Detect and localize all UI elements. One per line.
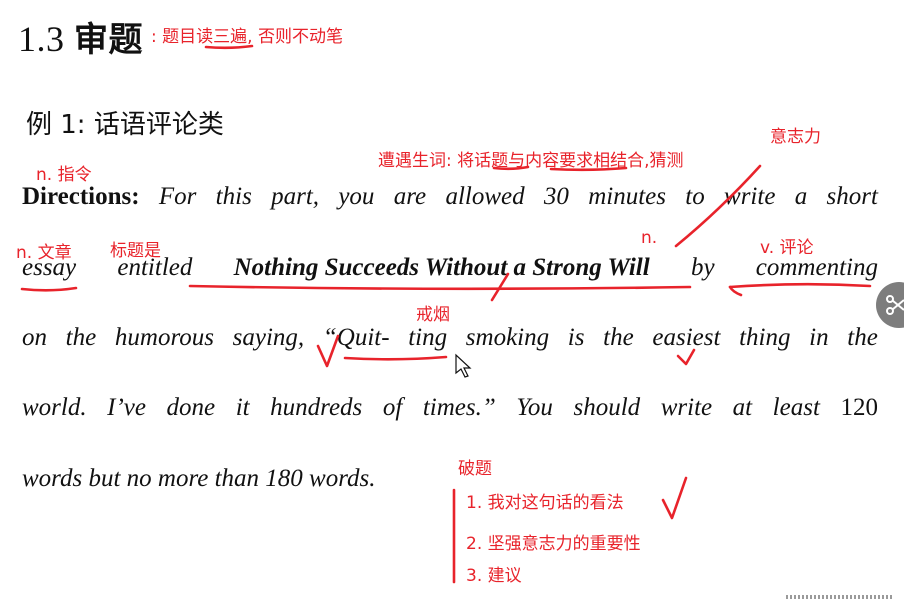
underline-essay <box>20 286 78 292</box>
slash-without <box>490 272 510 302</box>
scissors-icon <box>886 295 904 315</box>
underline-topic <box>492 165 530 171</box>
underline-read-three <box>204 44 254 50</box>
check-quit <box>316 334 340 368</box>
check-easiest <box>676 348 696 366</box>
underline-content <box>549 166 628 172</box>
arrow-willpower <box>674 164 762 248</box>
check-point-1 <box>661 476 688 520</box>
hook-commenting <box>728 285 743 297</box>
underline-commenting <box>728 282 872 289</box>
mouse-cursor-icon <box>455 353 472 378</box>
underline-quitting <box>343 355 448 361</box>
underline-title <box>188 284 692 291</box>
scroll-indicator[interactable] <box>786 595 894 599</box>
ink-annotations <box>20 44 872 584</box>
